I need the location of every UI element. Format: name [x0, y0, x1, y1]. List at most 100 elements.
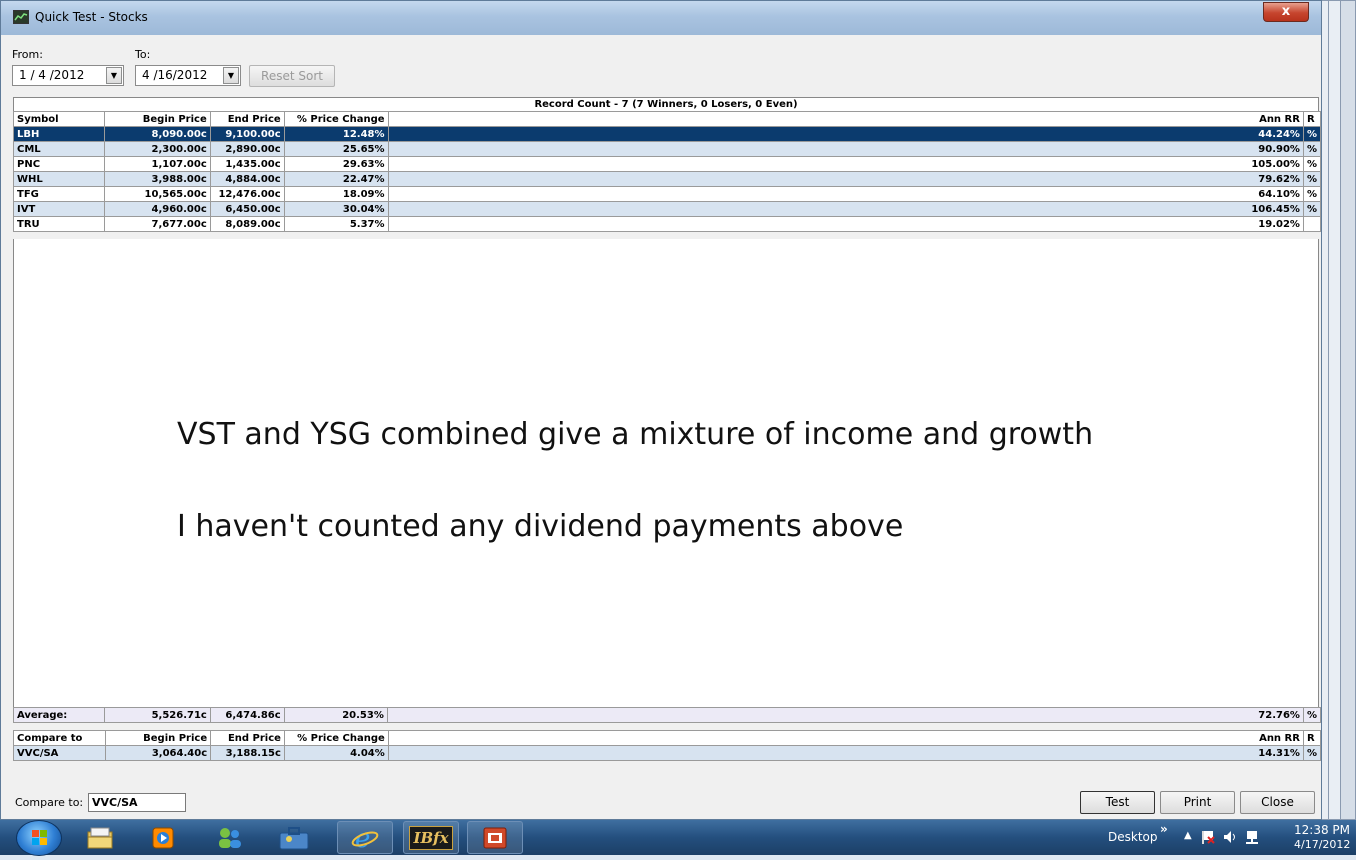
compare-begin: 3,064.40c [104, 745, 212, 761]
table-row[interactable]: PNC 1,107.00c 1,435.00c 29.63% 105.00% % [12, 156, 1322, 172]
network-icon[interactable] [1244, 829, 1260, 845]
file-explorer-icon[interactable] [80, 821, 120, 854]
show-hidden-icons-icon[interactable]: ▲ [1184, 830, 1192, 841]
chevron-down-icon[interactable]: ▼ [106, 67, 122, 84]
cell-symbol: TRU [12, 216, 106, 232]
powerpoint-icon[interactable] [467, 821, 523, 854]
table-row[interactable]: WHL 3,988.00c 4,884.00c 22.47% 79.62% % [12, 171, 1322, 187]
cell-symbol: IVT [12, 201, 106, 217]
cell-symbol: CML [12, 141, 106, 157]
average-row-wrap: Average: 5,526.71c 6,474.86c 20.53% 72.7… [12, 707, 1322, 723]
col-end-price[interactable]: End Price [209, 111, 285, 127]
ibfx-label: IBfx [409, 825, 453, 850]
desktop-toolbar-label[interactable]: Desktop [1108, 830, 1158, 844]
cell-begin: 1,107.00c [104, 156, 211, 172]
table-row[interactable]: CML 2,300.00c 2,890.00c 25.65% 90.90% % [12, 141, 1322, 157]
col-begin-price[interactable]: Begin Price [104, 111, 211, 127]
compare-ann: 14.31% [387, 745, 1304, 761]
cell-begin: 8,090.00c [104, 126, 211, 142]
cell-r: % [1302, 126, 1322, 142]
table-row[interactable]: LBH 8,090.00c 9,100.00c 12.48% 44.24% % [12, 126, 1322, 142]
toolbar-overflow-chevron[interactable]: » [1160, 822, 1168, 836]
col-symbol[interactable]: Symbol [12, 111, 106, 127]
cell-r: % [1302, 141, 1322, 157]
compare-symbol: VVC/SA [13, 745, 106, 761]
results-table: Symbol Begin Price End Price % Price Cha… [12, 111, 1322, 232]
chevron-down-icon[interactable]: ▼ [223, 67, 239, 84]
reset-sort-button[interactable]: Reset Sort [249, 65, 335, 87]
from-date-picker[interactable]: 1 / 4 /2012 ▼ [12, 65, 124, 86]
compare-col-ann: Ann RR [387, 730, 1304, 746]
window-close-button[interactable]: x [1263, 2, 1309, 22]
compare-r: % [1302, 745, 1322, 761]
annotation-text-line1: VST and YSG combined give a mixture of i… [177, 417, 1094, 452]
cell-end: 8,089.00c [209, 216, 285, 232]
compare-col-r: R [1302, 730, 1322, 746]
contacts-icon[interactable] [212, 821, 248, 854]
cell-end: 1,435.00c [209, 156, 285, 172]
clock-date[interactable]: 4/17/2012 [1294, 838, 1350, 851]
average-begin: 5,526.71c [104, 707, 211, 723]
cell-ann: 19.02% [387, 216, 1304, 232]
title-bar[interactable]: Quick Test - Stocks x [1, 1, 1321, 35]
briefcase-icon[interactable] [272, 821, 316, 854]
from-date-value: 1 / 4 /2012 [19, 68, 85, 82]
clock-time[interactable]: 12:38 PM [1294, 823, 1350, 837]
start-button[interactable] [16, 820, 62, 856]
cell-r: % [1302, 201, 1322, 217]
cell-change: 18.09% [283, 186, 389, 202]
internet-explorer-icon[interactable]: e [337, 821, 393, 854]
cell-begin: 7,677.00c [104, 216, 211, 232]
cell-begin: 3,988.00c [104, 171, 211, 187]
cell-ann: 105.00% [387, 156, 1304, 172]
cell-ann: 79.62% [387, 171, 1304, 187]
cell-symbol: LBH [12, 126, 106, 142]
compare-col-change: % Price Change [283, 730, 389, 746]
cell-r: % [1302, 171, 1322, 187]
to-date-value: 4 /16/2012 [142, 68, 208, 82]
cell-symbol: WHL [12, 171, 106, 187]
windows-logo-icon [32, 830, 47, 845]
cell-end: 6,450.00c [209, 201, 285, 217]
col-ann-rr[interactable]: Ann RR [387, 111, 1304, 127]
media-player-icon[interactable] [148, 821, 178, 854]
cell-r: % [1302, 156, 1322, 172]
cell-ann: 44.24% [387, 126, 1304, 142]
compare-col-compare-to: Compare to [13, 730, 106, 746]
table-empty-area [13, 239, 1319, 707]
cell-begin: 10,565.00c [104, 186, 211, 202]
compare-to-input[interactable]: VVC/SA [88, 793, 186, 812]
cell-end: 9,100.00c [209, 126, 285, 142]
cell-end: 12,476.00c [209, 186, 285, 202]
average-row: Average: 5,526.71c 6,474.86c 20.53% 72.7… [12, 707, 1322, 723]
col-price-change[interactable]: % Price Change [283, 111, 389, 127]
table-row[interactable]: IVT 4,960.00c 6,450.00c 30.04% 106.45% % [12, 201, 1322, 217]
compare-row[interactable]: VVC/SA 3,064.40c 3,188.15c 4.04% 14.31% … [13, 745, 1322, 761]
compare-table-wrap: Compare to Begin Price End Price % Price… [13, 730, 1322, 761]
quick-test-window: Quick Test - Stocks x From: To: 1 / 4 /2… [0, 0, 1322, 820]
to-date-picker[interactable]: 4 /16/2012 ▼ [135, 65, 241, 86]
cell-begin: 2,300.00c [104, 141, 211, 157]
action-center-flag-icon[interactable] [1200, 829, 1216, 845]
cell-change: 5.37% [283, 216, 389, 232]
compare-col-begin: Begin Price [104, 730, 212, 746]
results-table-wrap: Symbol Begin Price End Price % Price Cha… [12, 111, 1322, 232]
record-count-header: Record Count - 7 (7 Winners, 0 Losers, 0… [13, 97, 1319, 111]
test-button[interactable]: Test [1080, 791, 1155, 814]
col-r[interactable]: R [1302, 111, 1322, 127]
table-header-row: Symbol Begin Price End Price % Price Cha… [12, 111, 1322, 127]
cell-end: 2,890.00c [209, 141, 285, 157]
cell-end: 4,884.00c [209, 171, 285, 187]
cell-symbol: TFG [12, 186, 106, 202]
average-ann: 72.76% [386, 707, 1304, 723]
cell-ann: 90.90% [387, 141, 1304, 157]
volume-icon[interactable] [1222, 829, 1238, 845]
table-row[interactable]: TFG 10,565.00c 12,476.00c 18.09% 64.10% … [12, 186, 1322, 202]
print-button[interactable]: Print [1160, 791, 1235, 814]
table-row[interactable]: TRU 7,677.00c 8,089.00c 5.37% 19.02% [12, 216, 1322, 232]
ibfx-app-icon[interactable]: IBfx [403, 821, 459, 854]
background-window-edge [1340, 0, 1356, 820]
average-change: 20.53% [283, 707, 388, 723]
close-button[interactable]: Close [1240, 791, 1315, 814]
cell-change: 29.63% [283, 156, 389, 172]
